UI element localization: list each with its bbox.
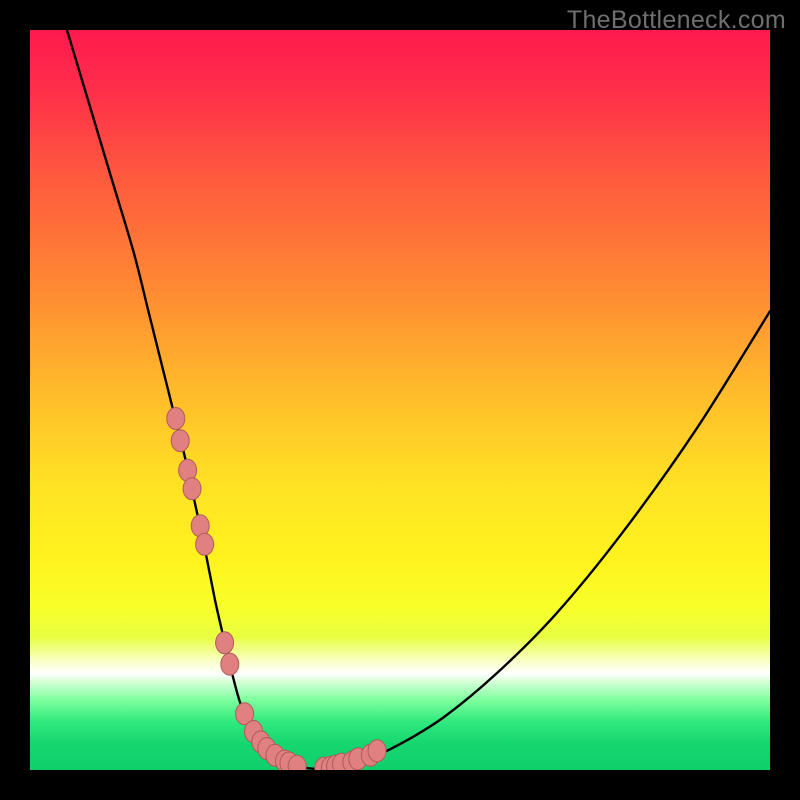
curve-marker [196, 533, 214, 555]
watermark-text: TheBottleneck.com [567, 6, 786, 35]
bottleneck-curve [67, 30, 770, 769]
chart-frame: TheBottleneck.com [0, 0, 800, 800]
curve-marker [183, 478, 201, 500]
curve-marker [167, 408, 185, 430]
curve-marker [171, 430, 189, 452]
curve-markers [167, 408, 386, 771]
curve-marker [221, 653, 239, 675]
curve-layer [30, 30, 770, 770]
curve-marker [216, 632, 234, 654]
curve-marker [368, 740, 386, 762]
plot-area [30, 30, 770, 770]
